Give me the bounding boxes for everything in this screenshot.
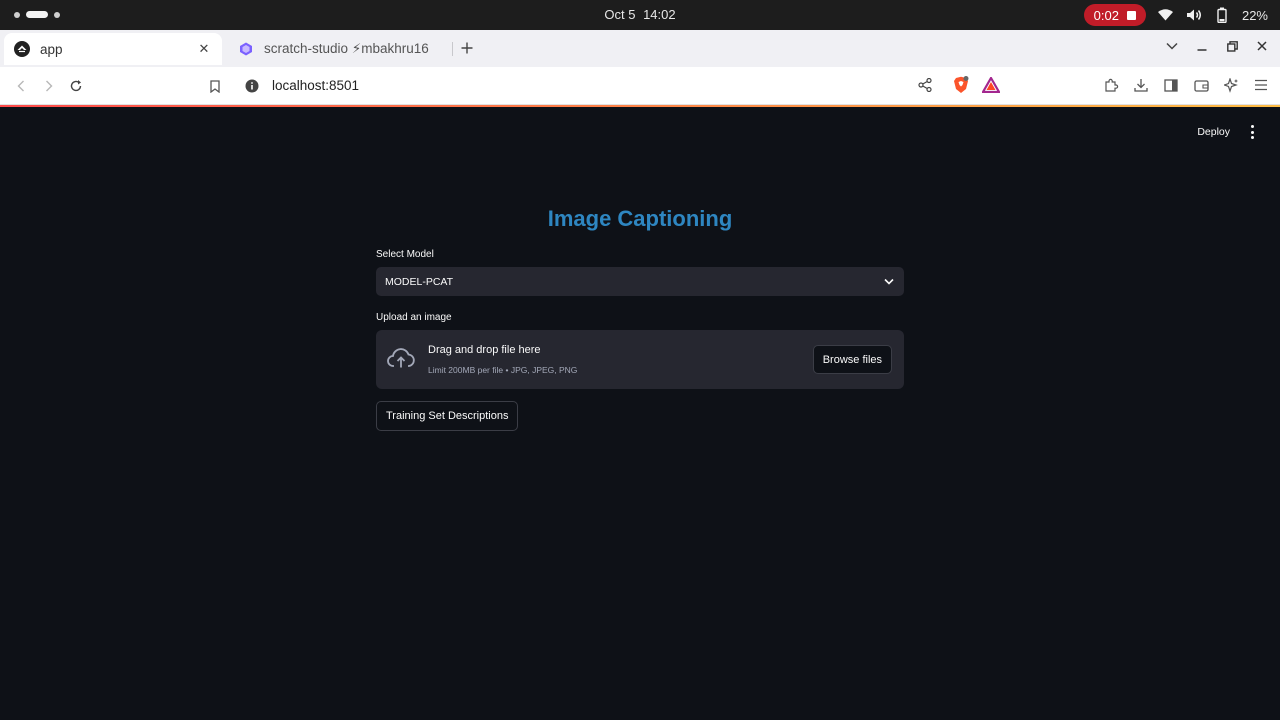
training-set-descriptions-button[interactable]: Training Set Descriptions: [376, 401, 519, 431]
os-top-bar: Oct 5 14:02 0:02 22%: [0, 0, 1280, 30]
sidebar-toggle-icon[interactable]: [1162, 76, 1180, 94]
chevron-down-icon: [883, 276, 895, 288]
deploy-button[interactable]: Deploy: [1197, 126, 1230, 138]
stop-recording-icon: [1126, 10, 1136, 20]
tab-separator: [452, 42, 453, 56]
battery-icon[interactable]: [1214, 7, 1230, 23]
scratch-studio-favicon-icon: [238, 41, 254, 57]
app-viewport: Deploy Image Captioning Select Model MOD…: [0, 107, 1280, 720]
tab-list-chevron-down-icon[interactable]: [1164, 37, 1180, 55]
cloud-upload-icon: [387, 347, 415, 371]
model-select[interactable]: MODEL-PCAT: [376, 267, 904, 296]
url-field[interactable]: localhost:8501: [272, 78, 359, 93]
window-controls: [1164, 37, 1270, 55]
kebab-dot: [1250, 136, 1254, 139]
reload-icon[interactable]: [67, 77, 85, 95]
tab-app[interactable]: app ✕: [4, 33, 222, 65]
file-dropzone[interactable]: Drag and drop file here Limit 200MB per …: [376, 330, 904, 389]
battery-percentage: 22%: [1241, 7, 1268, 23]
menu-hamburger-icon[interactable]: [1252, 76, 1270, 94]
close-tab-icon[interactable]: ✕: [196, 41, 212, 57]
tab-title: app: [40, 41, 63, 57]
page-title: Image Captioning: [547, 206, 733, 231]
wallet-icon[interactable]: [1192, 76, 1210, 94]
leo-ai-sparkle-icon[interactable]: [1222, 76, 1240, 94]
main-menu-kebab-icon[interactable]: [1248, 125, 1256, 139]
extensions-puzzle-icon[interactable]: [1102, 76, 1120, 94]
forward-arrow-icon[interactable]: [40, 77, 58, 95]
toolbar-actions: [916, 76, 1270, 94]
brave-rewards-icon[interactable]: [982, 76, 1000, 94]
volume-icon[interactable]: [1186, 7, 1202, 23]
dropzone-instructions: Drag and drop file here: [428, 344, 541, 356]
screen-recording-indicator[interactable]: 0:02: [1083, 4, 1146, 26]
browser-tab-bar: app ✕ scratch-studio ⚡mbakhru16: [0, 30, 1280, 67]
upload-image-label: Upload an image: [376, 312, 452, 323]
brave-shields-icon[interactable]: [952, 76, 970, 94]
restore-icon[interactable]: [1224, 37, 1240, 55]
select-model-label: Select Model: [376, 249, 434, 260]
share-icon[interactable]: [916, 76, 934, 94]
system-tray: 0:02 22%: [1083, 4, 1268, 26]
wifi-icon[interactable]: [1158, 7, 1174, 23]
address-toolbar: localhost:8501: [0, 67, 1280, 105]
kebab-dot: [1250, 130, 1254, 134]
browse-files-button[interactable]: Browse files: [812, 345, 892, 374]
kebab-dot: [1250, 125, 1254, 128]
minimize-icon[interactable]: [1194, 37, 1210, 55]
tab-scratch-studio[interactable]: scratch-studio ⚡mbakhru16: [230, 33, 450, 65]
close-window-icon[interactable]: [1254, 37, 1270, 55]
recording-time: 0:02: [1093, 7, 1119, 23]
streamlit-favicon-icon: [14, 41, 30, 57]
bookmark-icon[interactable]: [206, 77, 224, 95]
back-arrow-icon[interactable]: [12, 77, 30, 95]
tab-title: scratch-studio ⚡mbakhru16: [264, 41, 429, 56]
clock-time: 14:02: [643, 7, 676, 22]
download-icon[interactable]: [1132, 76, 1150, 94]
model-select-value: MODEL-PCAT: [385, 275, 454, 288]
site-info-icon[interactable]: [243, 77, 261, 95]
clock-date: Oct 5: [604, 7, 636, 22]
dropzone-limit-text: Limit 200MB per file • JPG, JPEG, PNG: [428, 365, 578, 375]
new-tab-plus-icon[interactable]: [458, 39, 476, 57]
